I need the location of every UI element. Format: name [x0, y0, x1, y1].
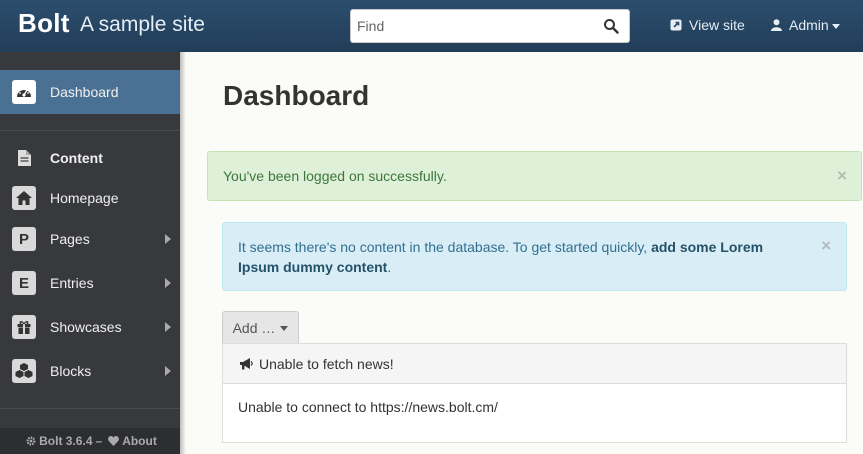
news-panel-title: Unable to fetch news!: [259, 355, 394, 372]
heart-icon: [108, 436, 120, 446]
footer-separator: –: [95, 434, 103, 448]
close-icon[interactable]: ×: [821, 236, 831, 256]
news-panel: Unable to fetch news! Unable to connect …: [222, 343, 847, 443]
sidebar-item-label: Blocks: [50, 363, 92, 379]
search-box: [350, 9, 630, 43]
sidebar-item-label: Showcases: [50, 319, 122, 335]
dashboard-icon: [12, 80, 36, 104]
view-site-label: View site: [689, 17, 745, 33]
sidebar-item-entries[interactable]: E Entries: [0, 261, 180, 305]
close-icon[interactable]: ×: [837, 166, 847, 186]
cubes-icon: [12, 359, 36, 383]
cog-icon: [26, 436, 36, 446]
user-menu[interactable]: Admin: [771, 17, 840, 33]
success-alert-message: You've been logged on successfully.: [223, 168, 447, 184]
add-button-label: Add …: [232, 319, 276, 336]
sidebar-item-blocks[interactable]: Blocks: [0, 349, 180, 393]
chevron-right-icon: [165, 278, 171, 288]
external-link-icon: [670, 19, 682, 31]
caret-down-icon: [831, 23, 840, 29]
info-alert-suffix: .: [387, 259, 392, 275]
info-alert-text: It seems there's no content in the datab…: [238, 239, 648, 255]
entries-letter-icon: E: [12, 271, 36, 295]
search-input[interactable]: [357, 11, 597, 41]
sidebar-heading-content[interactable]: Content: [0, 136, 180, 180]
sidebar-footer: Bolt 3.6.4 – About: [0, 428, 180, 454]
sidebar-item-label: Dashboard: [50, 84, 119, 100]
top-bar: Bolt A sample site View site Admin: [0, 0, 863, 52]
sidebar-divider: [0, 130, 180, 131]
news-panel-heading: Unable to fetch news!: [223, 344, 846, 384]
brand-logo[interactable]: Bolt: [18, 8, 70, 39]
sidebar-item-label: Pages: [50, 231, 90, 247]
search-icon[interactable]: [603, 18, 619, 34]
info-alert-message: It seems there's no content in the datab…: [238, 237, 798, 277]
sidebar-item-homepage[interactable]: Homepage: [0, 176, 180, 220]
add-dropdown-button[interactable]: Add …: [222, 311, 299, 343]
pages-letter-icon: P: [12, 227, 36, 251]
sidebar-item-dashboard[interactable]: Dashboard: [0, 70, 180, 114]
about-link[interactable]: About: [122, 434, 157, 448]
user-icon: [771, 19, 782, 31]
gift-icon: [12, 315, 36, 339]
home-icon: [12, 186, 36, 210]
sidebar-item-label: Content: [50, 150, 103, 166]
sidebar-item-pages[interactable]: P Pages: [0, 217, 180, 261]
site-name[interactable]: A sample site: [80, 13, 205, 37]
document-icon: [12, 146, 36, 170]
sidebar-item-label: Homepage: [50, 190, 119, 206]
news-panel-body: Unable to connect to https://news.bolt.c…: [238, 399, 498, 415]
view-site-link[interactable]: View site: [670, 17, 745, 33]
chevron-right-icon: [165, 234, 171, 244]
info-alert: It seems there's no content in the datab…: [222, 222, 847, 291]
page-title: Dashboard: [223, 80, 370, 111]
sidebar: Dashboard Content Homepage P Pages E Ent…: [0, 52, 186, 454]
success-alert: You've been logged on successfully. ×: [207, 151, 862, 201]
user-name: Admin: [789, 17, 829, 33]
sidebar-item-label: Entries: [50, 275, 94, 291]
bullhorn-icon: [240, 357, 253, 369]
caret-down-icon: [280, 326, 289, 331]
sidebar-divider: [0, 408, 180, 409]
chevron-right-icon: [165, 322, 171, 332]
version-link[interactable]: Bolt 3.6.4: [39, 434, 92, 448]
sidebar-item-showcases[interactable]: Showcases: [0, 305, 180, 349]
chevron-right-icon: [165, 366, 171, 376]
